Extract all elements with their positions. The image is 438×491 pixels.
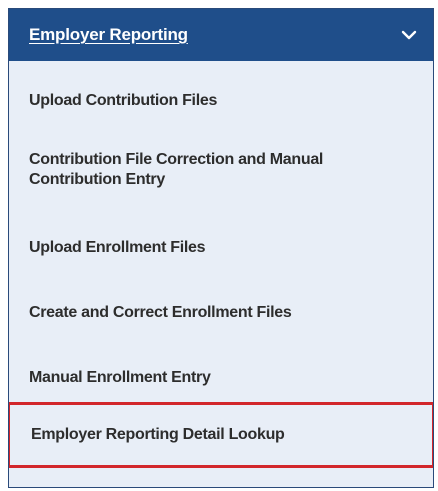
employer-reporting-panel: Employer Reporting Upload Contribution F…: [8, 8, 434, 488]
menu-item-contribution-file-correction[interactable]: Contribution File Correction and Manual …: [9, 150, 433, 190]
menu-item-employer-reporting-detail-lookup[interactable]: Employer Reporting Detail Lookup: [9, 402, 433, 468]
section-header[interactable]: Employer Reporting: [9, 9, 433, 61]
chevron-down-icon[interactable]: [399, 25, 419, 45]
menu-item-create-correct-enrollment-files[interactable]: Create and Correct Enrollment Files: [9, 303, 433, 323]
menu-item-upload-enrollment-files[interactable]: Upload Enrollment Files: [9, 238, 433, 258]
menu-item-upload-contribution-files[interactable]: Upload Contribution Files: [9, 91, 433, 111]
menu-item-manual-enrollment-entry[interactable]: Manual Enrollment Entry: [9, 368, 433, 388]
section-title-link[interactable]: Employer Reporting: [29, 25, 188, 45]
